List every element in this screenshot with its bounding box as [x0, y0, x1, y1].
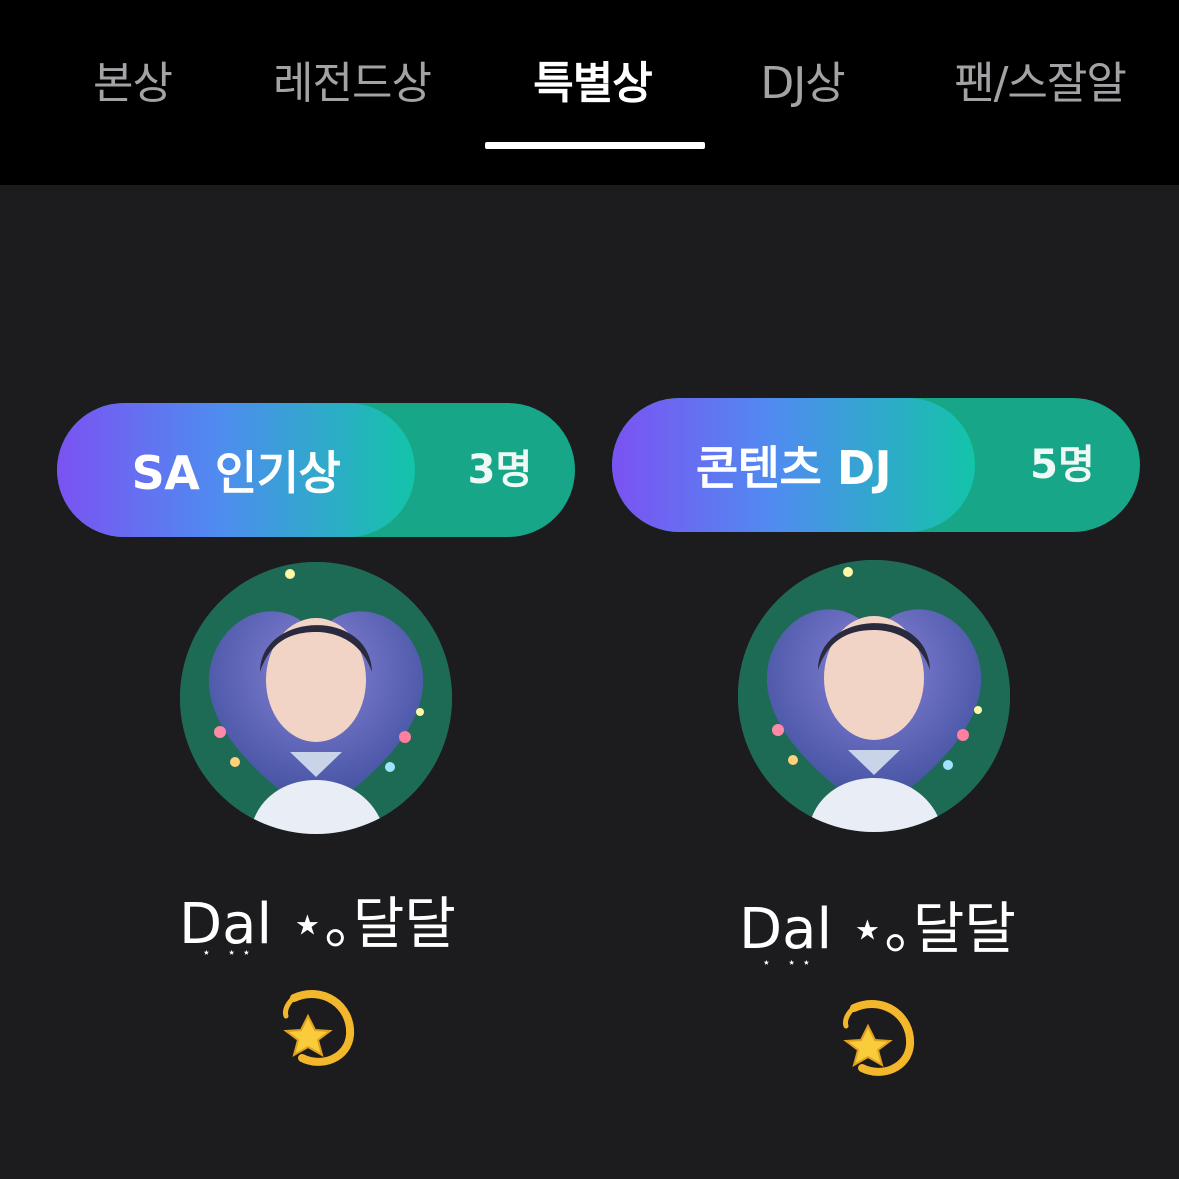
award-tab-bar: 본상 레전드상 특별상 DJ상 팬/스잘알 — [0, 0, 1179, 185]
award-winner-count: 3명 — [467, 447, 533, 493]
tab-dj-award[interactable]: DJ상 — [745, 52, 860, 116]
winner-name[interactable]: Dal ⋆｡달달 — [710, 890, 1045, 970]
award-title-segment: 콘텐츠 DJ — [612, 398, 975, 532]
award-title: 콘텐츠 DJ — [695, 441, 892, 495]
award-title-segment: SA 인기상 — [57, 403, 415, 537]
award-winner-count: 5명 — [1030, 442, 1095, 488]
tab-special-award[interactable]: 특별상 — [520, 52, 665, 116]
dizzy-star-icon — [832, 990, 922, 1080]
avatar[interactable] — [180, 562, 452, 834]
name-sparkles: ⋆ ⋆⋆ — [202, 945, 257, 961]
award-category-pill[interactable]: 콘텐츠 DJ 5명 — [612, 398, 1140, 532]
tab-main-award[interactable]: 본상 — [80, 52, 185, 116]
name-sparkles: ⋆ ⋆⋆ — [762, 955, 817, 971]
tab-fan-award[interactable]: 팬/스잘알 — [940, 52, 1140, 116]
active-tab-indicator — [485, 142, 705, 149]
winner-name[interactable]: Dal ⋆｡달달 — [150, 885, 485, 965]
avatar[interactable] — [738, 560, 1010, 832]
dizzy-star-icon — [272, 980, 362, 1070]
award-title: SA 인기상 — [131, 446, 341, 500]
tab-legend-award[interactable]: 레전드상 — [262, 52, 442, 116]
award-category-pill[interactable]: SA 인기상 3명 — [57, 403, 575, 537]
